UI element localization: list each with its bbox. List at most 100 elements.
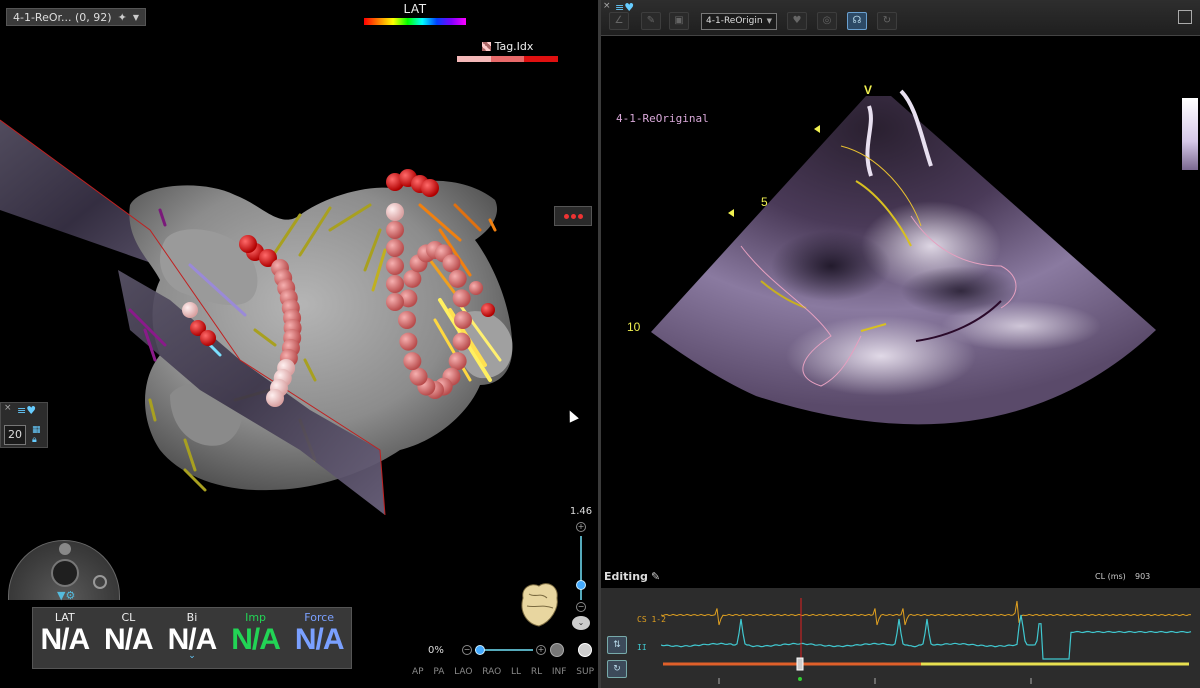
contour-mode-button[interactable]: ☊ xyxy=(847,12,867,30)
ecg-traces xyxy=(661,598,1192,684)
view-ll-button[interactable]: LL xyxy=(511,667,521,677)
tag-ball xyxy=(386,293,404,311)
zoom-slider-handle[interactable] xyxy=(576,580,586,590)
catheter-readouts: LAT N/A CL N/A Bi N/A ⌄ Imp N/A Force N/… xyxy=(32,607,352,669)
opacity-control[interactable]: 0% − + xyxy=(428,642,593,658)
tag-ball xyxy=(469,281,483,295)
tag-dot-icon xyxy=(577,213,583,219)
catheter-center-icon[interactable]: ▼⚙ xyxy=(57,589,75,602)
tag-index-icon xyxy=(481,42,491,51)
map-title-bar[interactable]: 4-1-ReOr... (0, 92) ✦ ▼ xyxy=(6,8,146,26)
rotate-ring-button[interactable] xyxy=(93,575,107,589)
tag-color-bar xyxy=(457,56,559,62)
tag-ball xyxy=(409,367,428,386)
chevron-down-icon[interactable]: ⌄ xyxy=(572,616,590,630)
tag-ball xyxy=(403,352,422,371)
tag-ball xyxy=(448,269,467,288)
rotate-view-button[interactable]: ↻ xyxy=(877,12,897,30)
tag-ball xyxy=(386,203,404,221)
tag-legend-label: Tag.Idx xyxy=(494,40,534,53)
channel-select-button[interactable]: ⇅ xyxy=(607,636,627,654)
tag-color-swatch-2 xyxy=(490,56,525,62)
readout-cl-value: N/A xyxy=(104,623,154,656)
view-preset-bar: AP PA LAO RAO LL RL INF SUP xyxy=(408,667,598,677)
echo-source-value: 4-1-ReOrigin xyxy=(706,16,763,26)
view-lao-button[interactable]: LAO xyxy=(454,667,472,677)
point-size-field[interactable]: 20 xyxy=(4,425,26,445)
cl-value: 903 xyxy=(1135,572,1151,581)
map-view-panel[interactable]: 4-1-ReOr... (0, 92) ✦ ▼ LAT Tag.Idx × ≡♥… xyxy=(0,0,598,688)
opacity-decrease-button[interactable]: − xyxy=(462,645,472,655)
opacity-value: 0% xyxy=(428,644,444,656)
zoom-out-button[interactable]: − xyxy=(576,602,586,612)
cl-label: CL (ms) xyxy=(1095,572,1126,581)
pencil-icon[interactable]: ✎ xyxy=(651,570,660,583)
readout-imp: Imp N/A xyxy=(224,608,288,668)
readout-lat-value: N/A xyxy=(40,623,90,656)
tag-ball xyxy=(448,352,467,371)
tag-display-toggle[interactable] xyxy=(554,206,592,226)
depth-marker-10: 10 xyxy=(627,320,641,334)
tag-ball xyxy=(200,330,216,346)
tag-ball xyxy=(386,257,404,275)
measure-tool-button[interactable]: ∠ xyxy=(609,12,629,30)
tag-ball xyxy=(454,311,472,329)
tag-ball xyxy=(386,239,404,257)
depth-tick xyxy=(814,125,820,133)
tag-color-swatch-1 xyxy=(457,56,491,62)
lock-icon[interactable]: ▦ 🔒︎ xyxy=(32,425,41,445)
zoom-slider-track[interactable] xyxy=(580,536,582,600)
map-mini-panel[interactable]: × ≡♥ 20 ▦ 🔒︎ xyxy=(0,402,48,448)
rotate-up-button[interactable] xyxy=(59,543,71,555)
cube-tool-button[interactable]: ▣ xyxy=(669,12,689,30)
view-rao-button[interactable]: RAO xyxy=(482,667,501,677)
readout-bi: Bi N/A ⌄ xyxy=(160,608,224,668)
magic-wand-icon[interactable]: ✦ xyxy=(118,11,127,24)
tag-ball xyxy=(386,221,404,239)
tag-color-swatch-3 xyxy=(524,56,559,62)
view-reset-button[interactable] xyxy=(550,643,564,657)
heart-view-button[interactable]: ♥ xyxy=(787,12,807,30)
eye-view-button[interactable]: ◎ xyxy=(817,12,837,30)
tag-ball xyxy=(398,311,416,329)
echo-source-dropdown[interactable]: 4-1-ReOrigin ▼ xyxy=(701,13,777,30)
zoom-control[interactable]: 1.46 + − ⌄ xyxy=(565,506,597,636)
sync-button[interactable]: ↻ xyxy=(607,660,627,678)
close-icon[interactable]: × xyxy=(4,403,12,413)
ii-trace xyxy=(661,614,1192,660)
readout-force: Force N/A xyxy=(287,608,351,668)
opacity-slider-handle[interactable] xyxy=(475,645,485,655)
timeline-handle[interactable] xyxy=(796,657,804,671)
view-sync-button[interactable] xyxy=(578,643,592,657)
readout-lat: LAT N/A xyxy=(33,608,97,668)
echo-view-panel[interactable]: × ≡♥ ∠ ✎ ▣ 4-1-ReOrigin ▼ ♥ ◎ ☊ ↻ V 5 10… xyxy=(601,0,1200,688)
timeline-marker xyxy=(798,677,802,681)
echo-dark-chamber xyxy=(901,266,1021,316)
zoom-in-button[interactable]: + xyxy=(576,522,586,532)
tag-ball xyxy=(481,303,495,317)
view-pa-button[interactable]: PA xyxy=(433,667,444,677)
editing-bar: Editing ✎ CL (ms) 903 xyxy=(601,568,1200,588)
close-icon[interactable]: × xyxy=(603,1,611,11)
tag-ball xyxy=(442,254,461,273)
editing-label: Editing xyxy=(604,570,648,583)
opacity-slider-track[interactable] xyxy=(475,645,533,655)
view-sup-button[interactable]: SUP xyxy=(576,667,594,677)
lat-color-bar xyxy=(364,18,466,25)
view-ap-button[interactable]: AP xyxy=(412,667,424,677)
navigation-hub[interactable] xyxy=(51,559,79,587)
tag-ball xyxy=(266,389,284,407)
readout-force-value: N/A xyxy=(294,623,345,656)
opacity-increase-button[interactable]: + xyxy=(536,645,546,655)
ecg-strip[interactable]: CS 1-2 II ⇅ ↻ xyxy=(601,588,1200,688)
chevron-down-icon[interactable]: ▼ xyxy=(133,13,139,22)
orientation-heart-icon[interactable] xyxy=(515,578,563,630)
lat-legend-label: LAT xyxy=(403,2,427,16)
tag-ball xyxy=(239,235,257,253)
catheter-icon[interactable]: ≡♥ xyxy=(17,404,36,417)
pen-tool-button[interactable]: ✎ xyxy=(641,12,661,30)
maximize-icon[interactable] xyxy=(1178,10,1192,24)
view-rl-button[interactable]: RL xyxy=(531,667,542,677)
view-inf-button[interactable]: INF xyxy=(552,667,567,677)
echo-toolbar: × ≡♥ ∠ ✎ ▣ 4-1-ReOrigin ▼ ♥ ◎ ☊ ↻ xyxy=(601,0,1200,36)
